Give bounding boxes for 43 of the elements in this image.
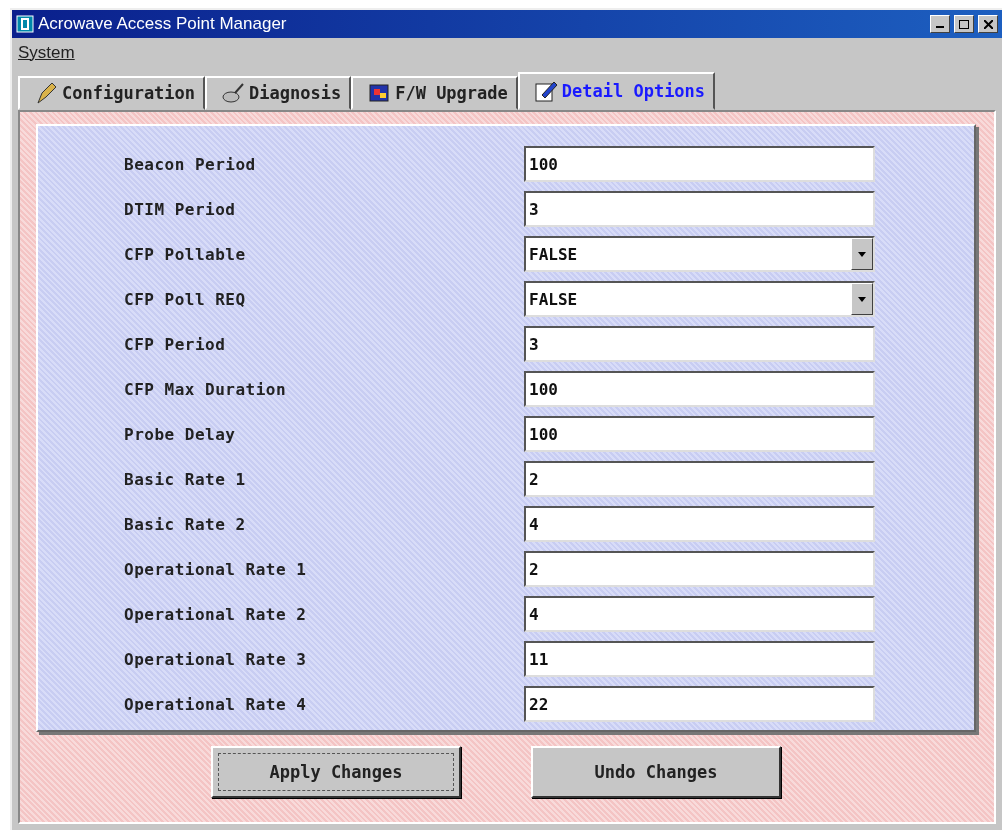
field-label: DTIM Period — [123, 199, 237, 219]
field-label: Basic Rate 1 — [123, 469, 247, 489]
input-field[interactable]: 4 — [524, 596, 875, 632]
chip-icon — [367, 81, 392, 105]
input-field[interactable]: 100 — [524, 416, 875, 452]
field-label: Operational Rate 1 — [123, 559, 308, 579]
field-label: Beacon Period — [123, 154, 257, 174]
field-label: Probe Delay — [123, 424, 237, 444]
menu-item[interactable]: System — [18, 43, 75, 63]
field-label: Operational Rate 2 — [123, 604, 308, 624]
dropdown[interactable]: FALSE — [524, 236, 875, 272]
field-label: CFP Period — [123, 334, 227, 354]
action-button[interactable]: Undo Changes — [531, 746, 781, 798]
tab[interactable]: Detail Options — [517, 72, 716, 110]
input-field[interactable]: 3 — [524, 191, 875, 227]
action-button[interactable]: Apply Changes — [211, 746, 461, 798]
input-field[interactable]: 2 — [524, 461, 875, 497]
tab[interactable]: Configuration — [18, 76, 206, 110]
notepad-pencil-icon — [533, 79, 558, 103]
field-label: CFP Poll REQ — [123, 289, 247, 309]
input-field[interactable]: 2 — [524, 551, 875, 587]
close-icon — [983, 19, 993, 29]
field-label: Operational Rate 3 — [123, 649, 308, 669]
maximize-button[interactable] — [954, 15, 974, 33]
minimize-button[interactable] — [930, 15, 950, 33]
field-label: CFP Pollable — [123, 244, 247, 264]
input-field[interactable]: 4 — [524, 506, 875, 542]
tab[interactable]: F/W Upgrade — [351, 76, 518, 110]
field-label: CFP Max Duration — [123, 379, 288, 399]
tab[interactable]: Diagnosis — [205, 76, 352, 110]
input-field[interactable]: 100 — [524, 146, 875, 182]
input-field[interactable]: 22 — [524, 686, 875, 722]
maximize-icon — [959, 19, 969, 29]
input-field[interactable]: 3 — [524, 326, 875, 362]
close-button[interactable] — [978, 15, 998, 33]
field-label: Basic Rate 2 — [123, 514, 247, 534]
input-field[interactable]: 100 — [524, 371, 875, 407]
field-label: Operational Rate 4 — [123, 694, 308, 714]
input-field[interactable]: 11 — [524, 641, 875, 677]
dropdown[interactable]: FALSE — [524, 281, 875, 317]
pencil-icon — [34, 81, 58, 105]
window-title: Acrowave Access Point Manager — [38, 14, 288, 34]
app-icon — [16, 15, 34, 33]
